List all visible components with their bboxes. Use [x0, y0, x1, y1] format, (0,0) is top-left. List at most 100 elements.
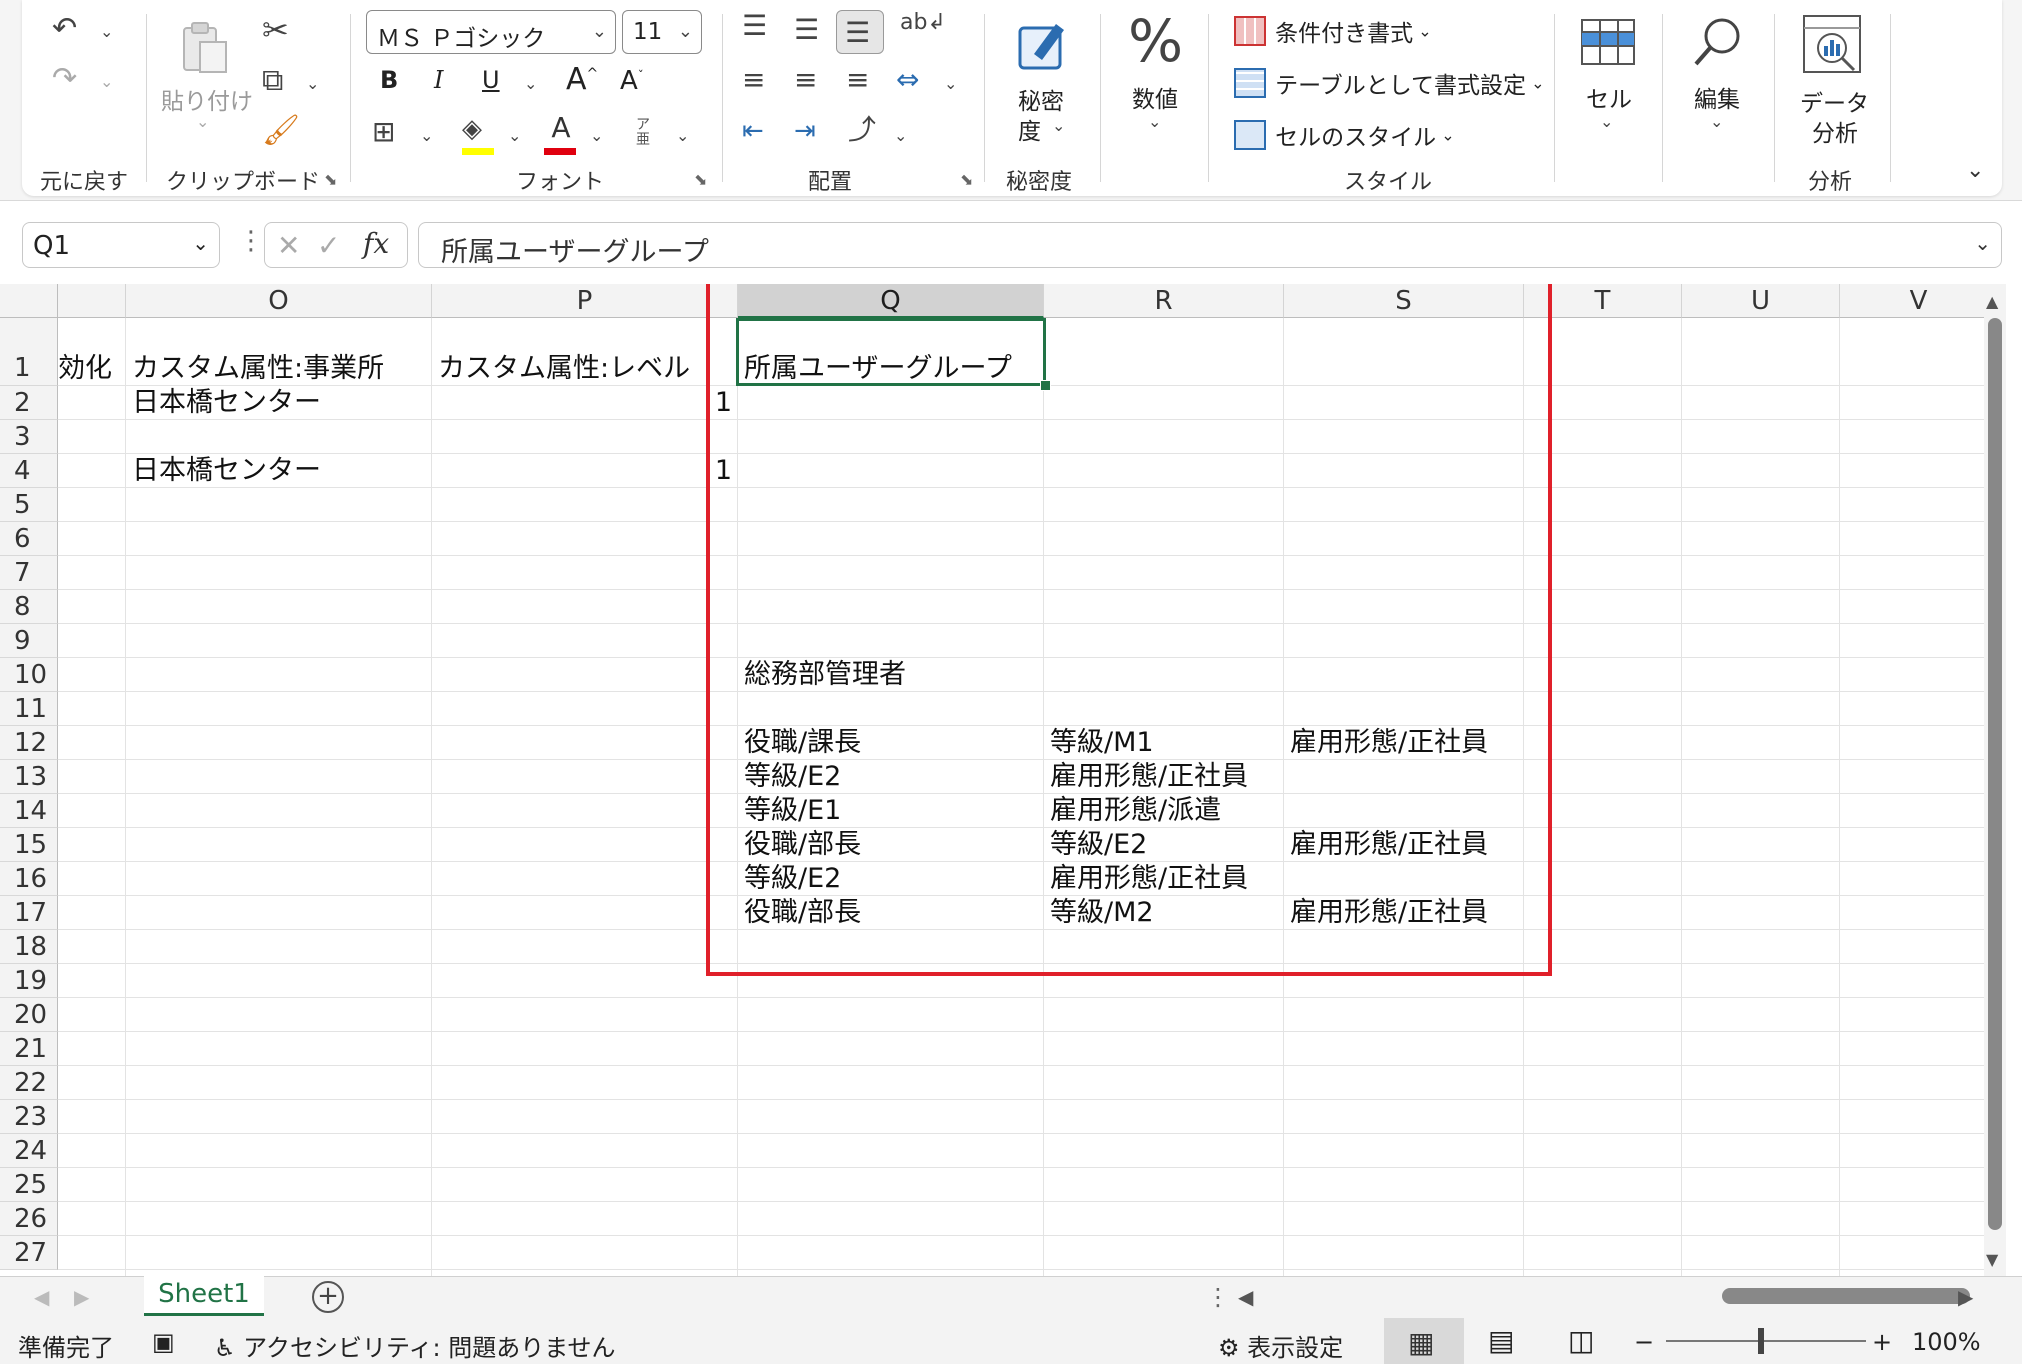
tab-splitter-icon[interactable]: ⋮: [1206, 1283, 1230, 1311]
align-left-icon[interactable]: ≡: [742, 66, 765, 94]
worksheet-grid[interactable]: OPQRSTUV 1 2 3 4 5 6 7 8 9 10 11 12 13 14 15 16 17 18 19 20…: [0, 284, 1984, 1276]
sensitivity-button[interactable]: 秘密 度 ⌄: [1006, 12, 1080, 145]
conditional-format-button[interactable]: 条件付き書式 ⌄: [1234, 14, 1432, 50]
row-header-20[interactable]: 20: [0, 998, 58, 1032]
decrease-font-button[interactable]: Aˇ: [620, 66, 644, 96]
editing-button[interactable]: 編集 ⌄: [1684, 12, 1754, 142]
column-header-n[interactable]: [58, 284, 126, 318]
row-header-5[interactable]: 5: [0, 488, 58, 522]
cell-p4[interactable]: 1: [432, 454, 732, 488]
row-header-8[interactable]: 8: [0, 590, 58, 624]
row-header-13[interactable]: 13: [0, 760, 58, 794]
scroll-left-icon[interactable]: ◀: [1238, 1285, 1253, 1309]
zoom-slider[interactable]: [1666, 1340, 1866, 1342]
align-right-icon[interactable]: ≡: [846, 66, 869, 94]
align-top-icon[interactable]: ☰: [742, 12, 767, 40]
fill-color-dropdown-icon[interactable]: ⌄: [508, 126, 521, 145]
scroll-up-icon[interactable]: ▲: [1986, 292, 1998, 311]
column-header-u[interactable]: U: [1682, 284, 1840, 318]
row-header-26[interactable]: 26: [0, 1202, 58, 1236]
scrollbar-thumb[interactable]: [1988, 318, 2002, 1230]
row-header-12[interactable]: 12: [0, 726, 58, 760]
insert-function-icon[interactable]: fx: [363, 227, 389, 260]
merge-center-icon[interactable]: ⇔: [896, 66, 919, 94]
orientation-icon[interactable]: ⤴: [848, 116, 876, 144]
row-header-1[interactable]: 1: [0, 318, 58, 386]
row-header-9[interactable]: 9: [0, 624, 58, 658]
row-header-6[interactable]: 6: [0, 522, 58, 556]
row-header-16[interactable]: 16: [0, 862, 58, 896]
number-button[interactable]: % 数値 ⌄: [1120, 12, 1194, 142]
analyze-data-button[interactable]: データ 分析: [1796, 12, 1870, 147]
add-sheet-icon[interactable]: +: [312, 1281, 344, 1313]
row-header-27[interactable]: 27: [0, 1236, 58, 1270]
row-header-10[interactable]: 10: [0, 658, 58, 692]
merge-dropdown-icon[interactable]: ⌄: [944, 74, 957, 93]
redo-icon[interactable]: ↷: [52, 64, 77, 94]
cell-styles-button[interactable]: セルのスタイル ⌄: [1234, 118, 1455, 154]
border-icon[interactable]: ⊞: [372, 118, 395, 146]
next-sheet-icon[interactable]: ▶: [74, 1285, 89, 1309]
page-layout-view-icon[interactable]: ▤: [1488, 1324, 1514, 1357]
orientation-dropdown-icon[interactable]: ⌄: [894, 126, 907, 145]
cut-icon[interactable]: ✂: [262, 14, 289, 46]
normal-view-button[interactable]: ▦: [1384, 1318, 1464, 1364]
name-box[interactable]: Q1 ⌄: [22, 222, 220, 268]
scroll-down-icon[interactable]: ▼: [1986, 1250, 1998, 1269]
row-header-22[interactable]: 22: [0, 1066, 58, 1100]
column-header-p[interactable]: P: [432, 284, 738, 318]
zoom-in-icon[interactable]: +: [1872, 1328, 1892, 1356]
zoom-slider-thumb[interactable]: [1758, 1328, 1764, 1354]
vertical-scrollbar[interactable]: ▲ ▼: [1984, 284, 2006, 1276]
cancel-icon[interactable]: ✕: [277, 229, 300, 262]
row-header-19[interactable]: 19: [0, 964, 58, 998]
row-header-25[interactable]: 25: [0, 1168, 58, 1202]
fill-color-icon[interactable]: ◈: [462, 116, 496, 156]
accessibility-status[interactable]: ♿ アクセシビリティ: 問題ありません: [214, 1328, 616, 1363]
border-dropdown-icon[interactable]: ⌄: [420, 126, 433, 145]
cell-o1[interactable]: カスタム属性:事業所: [132, 352, 384, 386]
alignment-launcher-icon[interactable]: ⬊: [960, 170, 973, 189]
row-header-11[interactable]: 11: [0, 692, 58, 726]
formula-input[interactable]: 所属ユーザーグループ ⌄: [418, 222, 2002, 268]
column-header-o[interactable]: O: [126, 284, 432, 318]
italic-button[interactable]: I: [434, 66, 443, 94]
redo-dropdown-icon[interactable]: ⌄: [100, 72, 113, 91]
row-header-17[interactable]: 17: [0, 896, 58, 930]
paste-dropdown-icon[interactable]: ⌄: [196, 112, 209, 131]
cells-button[interactable]: セル ⌄: [1574, 12, 1644, 142]
row-header-2[interactable]: 2: [0, 386, 58, 420]
cell-o4[interactable]: 日本橋センター: [132, 454, 321, 488]
cell-p1[interactable]: カスタム属性:レベル: [438, 352, 690, 386]
cell-o2[interactable]: 日本橋センター: [132, 386, 321, 420]
font-size-combobox[interactable]: 11 ⌄: [622, 10, 702, 54]
select-all-corner[interactable]: [0, 284, 58, 318]
row-header-21[interactable]: 21: [0, 1032, 58, 1066]
undo-icon[interactable]: ↶: [52, 14, 77, 44]
font-launcher-icon[interactable]: ⬊: [694, 170, 707, 189]
copy-icon[interactable]: ⧉: [262, 66, 283, 96]
underline-button[interactable]: U: [482, 66, 500, 94]
row-header-23[interactable]: 23: [0, 1100, 58, 1134]
font-name-combobox[interactable]: ＭＳ Ｐゴシック ⌄: [366, 10, 616, 54]
row-header-14[interactable]: 14: [0, 794, 58, 828]
zoom-level[interactable]: 100%: [1912, 1328, 1981, 1356]
macro-record-icon[interactable]: ▣: [152, 1328, 175, 1356]
zoom-out-icon[interactable]: −: [1634, 1328, 1654, 1356]
increase-indent-icon[interactable]: ⇥: [794, 118, 816, 144]
page-break-view-icon[interactable]: ◫: [1568, 1324, 1594, 1357]
font-color-dropdown-icon[interactable]: ⌄: [590, 126, 603, 145]
paste-button[interactable]: 貼り付け ⌄: [160, 14, 253, 134]
underline-dropdown-icon[interactable]: ⌄: [524, 74, 537, 93]
row-header-7[interactable]: 7: [0, 556, 58, 590]
bold-button[interactable]: B: [380, 66, 398, 94]
phonetic-icon[interactable]: ア亜: [636, 117, 652, 149]
expand-formula-icon[interactable]: ⌄: [1974, 231, 1991, 255]
font-color-icon[interactable]: A: [544, 114, 578, 156]
collapse-ribbon-icon[interactable]: ⌄: [1966, 158, 1984, 183]
align-bottom-button[interactable]: ☰: [836, 10, 884, 54]
row-header-3[interactable]: 3: [0, 420, 58, 454]
cell-p2[interactable]: 1: [432, 386, 732, 420]
copy-dropdown-icon[interactable]: ⌄: [306, 74, 319, 93]
increase-font-button[interactable]: A^: [566, 62, 598, 97]
